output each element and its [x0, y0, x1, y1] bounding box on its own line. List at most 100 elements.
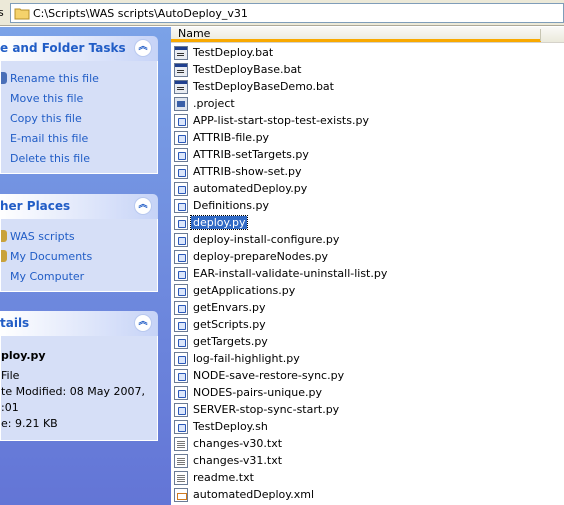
column-separator[interactable] — [540, 29, 541, 41]
file-name: EAR-install-validate-uninstall-list.py — [193, 267, 388, 280]
file-row[interactable]: TestDeployBase.bat — [174, 61, 564, 78]
file-row[interactable]: TestDeployBaseDemo.bat — [174, 78, 564, 95]
file-row[interactable]: getScripts.py — [174, 316, 564, 333]
file-name: automatedDeploy.xml — [193, 488, 314, 501]
file-name: deploy-install-configure.py — [193, 233, 340, 246]
file-name: getApplications.py — [193, 284, 296, 297]
file-row[interactable]: NODES-pairs-unique.py — [174, 384, 564, 401]
py-file-icon — [174, 113, 188, 128]
place-my-computer[interactable]: My Computer — [1, 266, 157, 286]
py-file-icon — [174, 317, 188, 332]
py-file-icon — [174, 147, 188, 162]
file-tasks-header[interactable]: e and Folder Tasks ︽ — [0, 36, 158, 61]
file-row[interactable]: SERVER-stop-sync-start.py — [174, 401, 564, 418]
task-label: Move this file — [10, 91, 84, 105]
file-row[interactable]: deploy-install-configure.py — [174, 231, 564, 248]
file-row[interactable]: TestDeploy.bat — [174, 44, 564, 61]
collapse-icon[interactable]: ︽ — [134, 39, 152, 57]
address-path: C:\Scripts\WAS scripts\AutoDeploy_v31 — [33, 7, 248, 20]
file-name: changes-v31.txt — [193, 454, 283, 467]
collapse-icon[interactable]: ︽ — [134, 314, 152, 332]
py-file-icon — [174, 215, 188, 230]
py-file-icon — [174, 181, 188, 196]
txt-file-icon — [174, 470, 188, 485]
py-file-icon — [174, 198, 188, 213]
task-copy[interactable]: Copy this file — [1, 108, 157, 128]
py-file-icon — [174, 334, 188, 349]
place-label: My Documents — [10, 249, 93, 263]
file-row[interactable]: getApplications.py — [174, 282, 564, 299]
file-name: deploy-prepareNodes.py — [193, 250, 329, 263]
py-file-icon — [174, 351, 188, 366]
txt-file-icon — [174, 453, 188, 468]
column-header: Name — [171, 27, 564, 43]
file-row[interactable]: deploy.py — [174, 214, 564, 231]
file-name: ATTRIB-show-set.py — [193, 165, 302, 178]
details-size: e: 9.21 KB — [1, 417, 58, 430]
task-pane: e and Folder Tasks ︽ Rename this file Mo… — [0, 27, 171, 505]
file-name: getEnvars.py — [193, 301, 266, 314]
task-label: Delete this file — [10, 151, 90, 165]
file-row[interactable]: automatedDeploy.py — [174, 180, 564, 197]
file-list-pane: Name TestDeploy.bat TestDeployBase.bat Tes… — [171, 27, 564, 505]
file-list: TestDeploy.bat TestDeployBase.bat TestDepl… — [174, 44, 564, 503]
panel-title: e and Folder Tasks — [0, 41, 126, 55]
file-row[interactable]: changes-v30.txt — [174, 435, 564, 452]
task-delete[interactable]: Delete this file — [1, 148, 157, 168]
other-places-body: WAS scripts My Documents My Computer — [0, 219, 158, 292]
column-name-header[interactable]: Name — [171, 27, 541, 42]
place-was-scripts[interactable]: WAS scripts — [1, 226, 157, 246]
panel-title: tails — [0, 316, 30, 330]
file-row[interactable]: deploy-prepareNodes.py — [174, 248, 564, 265]
task-rename[interactable]: Rename this file — [1, 68, 157, 88]
address-label: s — [0, 6, 4, 19]
file-row[interactable]: getEnvars.py — [174, 299, 564, 316]
file-name: .project — [193, 97, 235, 110]
file-name: TestDeploy.bat — [193, 46, 274, 59]
file-row[interactable]: ATTRIB-show-set.py — [174, 163, 564, 180]
file-row[interactable]: ATTRIB-file.py — [174, 129, 564, 146]
file-name: log-fail-highlight.py — [193, 352, 300, 365]
file-row[interactable]: getTargets.py — [174, 333, 564, 350]
file-row[interactable]: .project — [174, 95, 564, 112]
panel-title: her Places — [0, 199, 71, 213]
details-filename: ploy.py — [1, 349, 46, 362]
file-name: Definitions.py — [193, 199, 269, 212]
details-header[interactable]: tails ︽ — [0, 311, 158, 336]
other-places-header[interactable]: her Places ︽ — [0, 194, 158, 219]
file-tasks-body: Rename this file Move this file Copy thi… — [0, 61, 158, 174]
file-name: deploy.py — [189, 215, 249, 230]
file-row[interactable]: TestDeploy.sh — [174, 418, 564, 435]
file-row[interactable]: EAR-install-validate-uninstall-list.py — [174, 265, 564, 282]
file-row[interactable]: readme.txt — [174, 469, 564, 486]
file-row[interactable]: log-fail-highlight.py — [174, 350, 564, 367]
file-name: changes-v30.txt — [193, 437, 283, 450]
file-row[interactable]: APP-list-start-stop-test-exists.py — [174, 112, 564, 129]
my-computer-icon — [1, 270, 7, 282]
file-name: getTargets.py — [193, 335, 268, 348]
collapse-icon[interactable]: ︽ — [134, 197, 152, 215]
place-label: WAS scripts — [10, 229, 75, 243]
details-body: ploy.py File te Modified: 08 May 2007, :… — [0, 336, 158, 441]
file-name: ATTRIB-file.py — [193, 131, 270, 144]
py-file-icon — [174, 385, 188, 400]
file-row[interactable]: changes-v31.txt — [174, 452, 564, 469]
address-bar: s C:\Scripts\WAS scripts\AutoDeploy_v31 — [0, 0, 564, 26]
details-modified-time: :01 — [1, 401, 19, 414]
task-move[interactable]: Move this file — [1, 88, 157, 108]
file-row[interactable]: NODE-save-restore-sync.py — [174, 367, 564, 384]
py-file-icon — [174, 402, 188, 417]
py-file-icon — [174, 130, 188, 145]
file-name: getScripts.py — [193, 318, 266, 331]
file-row[interactable]: Definitions.py — [174, 197, 564, 214]
place-my-documents[interactable]: My Documents — [1, 246, 157, 266]
folder-icon — [1, 230, 7, 242]
py-file-icon — [174, 283, 188, 298]
file-row[interactable]: automatedDeploy.xml — [174, 486, 564, 503]
file-row[interactable]: ATTRIB-setTargets.py — [174, 146, 564, 163]
file-name: TestDeploy.sh — [193, 420, 268, 433]
task-email[interactable]: E-mail this file — [1, 128, 157, 148]
bat-file-icon — [174, 79, 188, 94]
address-input[interactable]: C:\Scripts\WAS scripts\AutoDeploy_v31 — [10, 3, 564, 23]
py-file-icon — [174, 232, 188, 247]
